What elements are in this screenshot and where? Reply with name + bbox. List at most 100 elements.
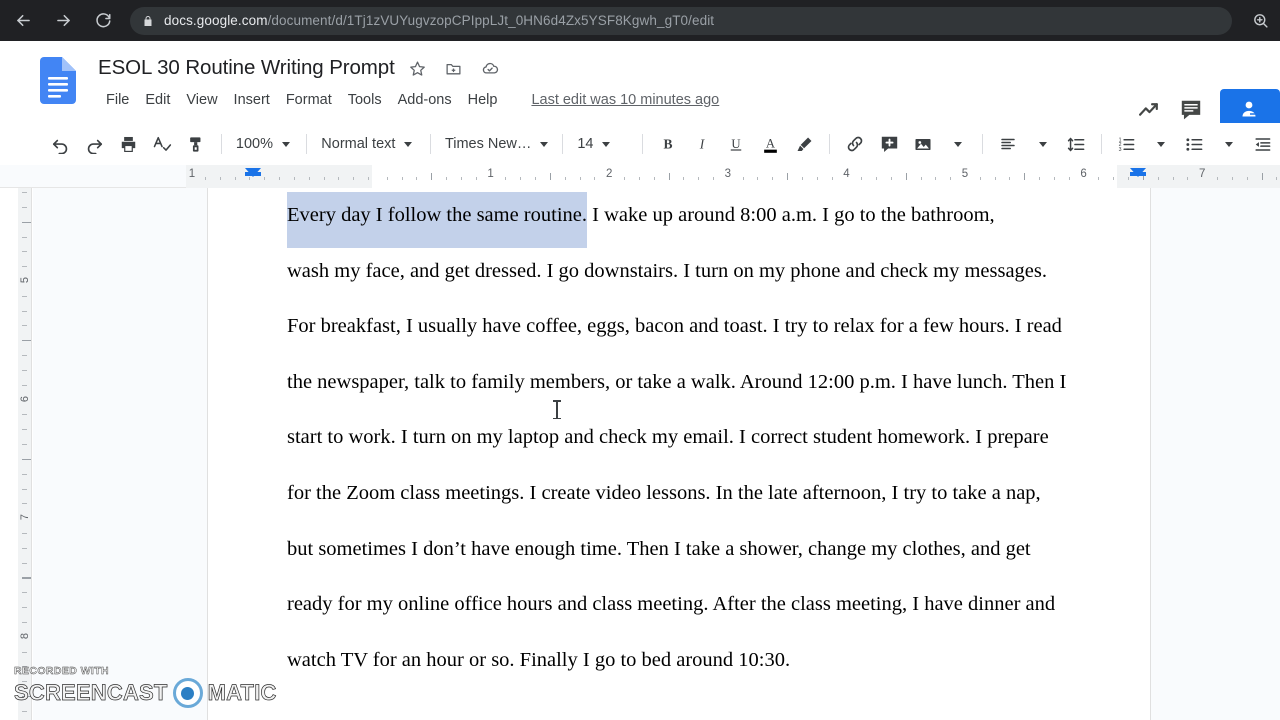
ruler-page-area bbox=[372, 165, 1117, 188]
star-icon[interactable] bbox=[405, 55, 431, 81]
ruler-tick bbox=[1217, 177, 1219, 180]
document-line: watch TV for an hour or so. Finally I go… bbox=[287, 648, 791, 671]
numbered-list-button[interactable]: 123 bbox=[1112, 129, 1142, 159]
ruler-tick bbox=[264, 177, 265, 180]
underline-button[interactable]: U bbox=[721, 129, 751, 159]
insert-image-dropdown[interactable] bbox=[942, 129, 972, 159]
document-canvas[interactable]: Every day I follow the same routine. I w… bbox=[33, 188, 1280, 720]
paragraph-style-select[interactable]: Normal text bbox=[315, 129, 422, 159]
undo-icon bbox=[52, 139, 67, 154]
browser-toolbar: docs.google.com/document/d/1Tj1zVUYugvzo… bbox=[0, 0, 1280, 41]
line-spacing-button[interactable] bbox=[1061, 129, 1091, 159]
undo-button[interactable] bbox=[45, 129, 75, 159]
horizontal-ruler[interactable]: 1 1 2 3 4 5 6 7 bbox=[0, 165, 1280, 188]
ruler-tick bbox=[757, 177, 759, 180]
ruler-tick bbox=[22, 222, 31, 223]
menu-item-tools[interactable]: Tools bbox=[340, 89, 390, 111]
share-person-icon bbox=[1242, 101, 1258, 117]
ruler-tick bbox=[22, 444, 27, 445]
chevron-down-icon bbox=[540, 141, 549, 147]
menu-item-format[interactable]: Format bbox=[278, 89, 340, 111]
ruler-number: 3 bbox=[724, 168, 731, 180]
text-color-button[interactable]: A bbox=[755, 129, 785, 159]
numbered-list-icon: 123 bbox=[1119, 137, 1135, 152]
docs-logo-icon bbox=[40, 57, 76, 104]
print-button[interactable] bbox=[113, 129, 143, 159]
document-page[interactable]: Every day I follow the same routine. I w… bbox=[208, 188, 1150, 720]
menu-item-file[interactable]: File bbox=[98, 89, 137, 111]
document-text[interactable]: Every day I follow the same routine. I w… bbox=[287, 188, 1077, 688]
bulleted-list-button[interactable] bbox=[1180, 129, 1210, 159]
ruler-tick bbox=[235, 177, 236, 180]
menu-item-help[interactable]: Help bbox=[460, 89, 506, 111]
style-value: Normal text bbox=[321, 136, 396, 152]
ruler-number: 5 bbox=[961, 168, 969, 180]
ruler-number: 8 bbox=[19, 632, 31, 639]
ruler-tick bbox=[22, 370, 27, 371]
ruler-tick bbox=[683, 177, 685, 180]
ruler-tick bbox=[1024, 173, 1026, 180]
address-bar[interactable]: docs.google.com/document/d/1Tj1zVUYugvzo… bbox=[130, 6, 1232, 35]
svg-text:B: B bbox=[664, 137, 673, 152]
document-line: for the Zoom class meetings. I create vi… bbox=[287, 481, 1041, 504]
ruler-tick bbox=[22, 652, 27, 653]
font-size-select[interactable]: 14 bbox=[571, 129, 634, 159]
bold-button[interactable]: B bbox=[653, 129, 683, 159]
ruler-tick bbox=[22, 563, 27, 564]
google-docs-logo[interactable] bbox=[40, 57, 76, 104]
toolbar-separator bbox=[829, 134, 831, 154]
left-indent-marker[interactable] bbox=[245, 168, 261, 177]
redo-button[interactable] bbox=[79, 129, 109, 159]
ruler-tick bbox=[22, 237, 27, 238]
ruler-tick bbox=[549, 173, 551, 180]
last-edit-link[interactable]: Last edit was 10 minutes ago bbox=[531, 92, 719, 108]
ruler-number: 7 bbox=[19, 514, 31, 521]
insert-image-button[interactable] bbox=[908, 129, 938, 159]
selected-text[interactable]: Every day I follow the same routine. bbox=[287, 204, 588, 226]
forward-button[interactable] bbox=[46, 4, 80, 38]
ruler-tick bbox=[22, 548, 27, 549]
chevron-down-icon bbox=[404, 141, 413, 147]
menu-item-add-ons[interactable]: Add-ons bbox=[390, 89, 460, 111]
bulleted-list-dropdown[interactable] bbox=[1214, 129, 1244, 159]
cloud-saved-icon[interactable] bbox=[477, 55, 503, 81]
page-zoom-indicator[interactable] bbox=[1240, 0, 1280, 41]
ruler-tick bbox=[22, 474, 27, 475]
ruler-tick bbox=[772, 177, 774, 180]
ruler-tick bbox=[638, 177, 640, 180]
menu-item-insert[interactable]: Insert bbox=[226, 89, 278, 111]
page-title[interactable]: ESOL 30 Routine Writing Prompt bbox=[98, 56, 395, 80]
ruler-tick bbox=[249, 177, 250, 180]
menu-item-edit[interactable]: Edit bbox=[137, 89, 178, 111]
reload-icon bbox=[96, 12, 111, 27]
ruler-tick bbox=[401, 177, 403, 180]
menu-item-view[interactable]: View bbox=[178, 89, 225, 111]
ruler-tick bbox=[309, 177, 310, 180]
font-select[interactable]: Times New… bbox=[439, 129, 554, 159]
toolbar-separator bbox=[982, 134, 984, 154]
paint-format-icon bbox=[189, 136, 200, 152]
back-button[interactable] bbox=[6, 4, 40, 38]
ruler-tick bbox=[22, 711, 27, 712]
decrease-indent-button[interactable] bbox=[1248, 129, 1278, 159]
ruler-tick bbox=[460, 177, 462, 180]
ruler-tick bbox=[1231, 177, 1233, 180]
align-dropdown[interactable] bbox=[1027, 129, 1057, 159]
ruler-tick bbox=[1113, 177, 1115, 180]
insert-link-button[interactable] bbox=[840, 129, 870, 159]
spellcheck-button[interactable] bbox=[147, 129, 177, 159]
move-to-folder-icon[interactable] bbox=[441, 55, 467, 81]
right-indent-marker[interactable] bbox=[1130, 168, 1146, 177]
paint-format-button[interactable] bbox=[181, 129, 211, 159]
zoom-select[interactable]: 100% bbox=[230, 129, 298, 159]
align-button[interactable] bbox=[993, 129, 1023, 159]
ruler-tick bbox=[816, 177, 818, 180]
highlight-color-button[interactable] bbox=[789, 129, 819, 159]
add-comment-button[interactable] bbox=[874, 129, 904, 159]
reload-button[interactable] bbox=[86, 4, 120, 38]
ruler-tick bbox=[994, 177, 996, 180]
ruler-number: 6 bbox=[1080, 168, 1087, 180]
italic-button[interactable]: I bbox=[687, 129, 717, 159]
numbered-list-dropdown[interactable] bbox=[1146, 129, 1176, 159]
ruler-tick bbox=[338, 177, 339, 180]
